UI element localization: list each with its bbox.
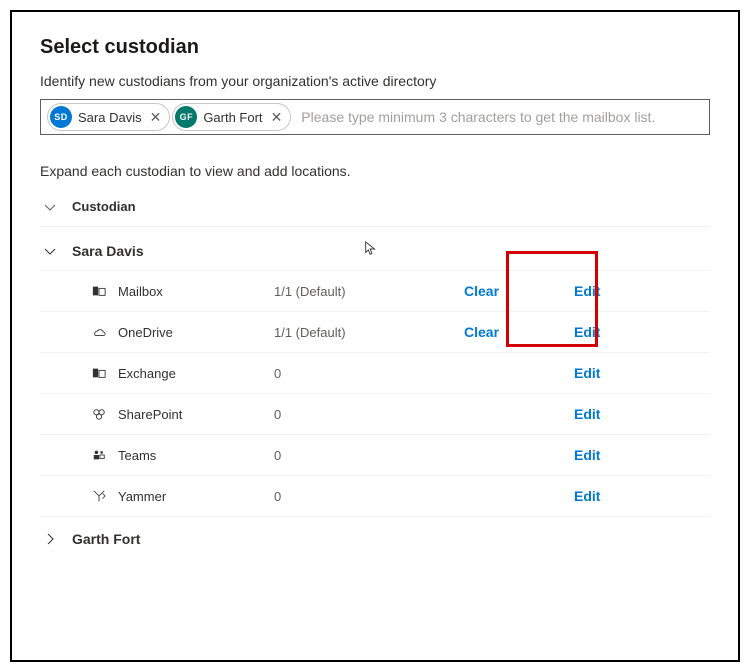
custodian-row-sara-davis[interactable]: Sara Davis [40, 227, 710, 271]
clear-button[interactable]: Clear [464, 324, 544, 340]
teams-icon [88, 448, 110, 462]
edit-button[interactable]: Edit [574, 406, 600, 422]
chip-sara-davis[interactable]: SD Sara Davis ✕ [47, 103, 170, 131]
location-label: Mailbox [118, 284, 274, 299]
location-count: 1/1 (Default) [274, 284, 464, 299]
location-row-exchange: Exchange 0 Edit [40, 353, 710, 394]
location-count: 0 [274, 366, 464, 381]
edit-button[interactable]: Edit [574, 447, 600, 463]
chip-label: Sara Davis [78, 110, 142, 125]
custodian-search-input[interactable] [299, 108, 703, 126]
custodian-picker[interactable]: SD Sara Davis ✕ GF Garth Fort ✕ [40, 99, 710, 135]
yammer-icon [88, 489, 110, 503]
location-row-teams: Teams 0 Edit [40, 435, 710, 476]
close-icon[interactable]: ✕ [148, 110, 164, 124]
edit-button[interactable]: Edit [574, 488, 600, 504]
location-row-sharepoint: SharePoint 0 Edit [40, 394, 710, 435]
edit-button[interactable]: Edit [574, 365, 600, 381]
location-row-onedrive: OneDrive 1/1 (Default) Clear Edit [40, 312, 710, 353]
mailbox-icon [88, 284, 110, 298]
location-label: Yammer [118, 489, 274, 504]
location-count: 0 [274, 448, 464, 463]
onedrive-icon [88, 325, 110, 339]
custodian-name-label: Sara Davis [72, 243, 144, 259]
location-label: Teams [118, 448, 274, 463]
location-row-mailbox: Mailbox 1/1 (Default) Clear Edit [40, 271, 710, 312]
custodian-name-label: Garth Fort [72, 531, 140, 547]
location-label: OneDrive [118, 325, 274, 340]
chip-label: Garth Fort [203, 110, 262, 125]
sharepoint-icon [88, 407, 110, 421]
location-count: 0 [274, 489, 464, 504]
location-count: 0 [274, 407, 464, 422]
edit-button[interactable]: Edit [574, 283, 600, 299]
location-label: Exchange [118, 366, 274, 381]
chevron-right-icon[interactable] [40, 533, 60, 545]
avatar: GF [175, 106, 197, 128]
custodian-row-garth-fort[interactable]: Garth Fort [40, 517, 710, 557]
chevron-down-icon[interactable] [40, 201, 60, 213]
clear-button[interactable]: Clear [464, 283, 544, 299]
exchange-icon [88, 366, 110, 380]
chevron-down-icon[interactable] [40, 245, 60, 257]
cursor-icon [364, 241, 378, 260]
column-header-label: Custodian [72, 199, 136, 214]
expand-hint-text: Expand each custodian to view and add lo… [40, 163, 710, 179]
avatar: SD [50, 106, 72, 128]
edit-button[interactable]: Edit [574, 324, 600, 340]
page-title: Select custodian [40, 36, 710, 59]
close-icon[interactable]: ✕ [269, 110, 285, 124]
subtitle-text: Identify new custodians from your organi… [40, 73, 710, 89]
location-label: SharePoint [118, 407, 274, 422]
chip-garth-fort[interactable]: GF Garth Fort ✕ [172, 103, 291, 131]
location-count: 1/1 (Default) [274, 325, 464, 340]
column-header-row: Custodian [40, 187, 710, 227]
location-row-yammer: Yammer 0 Edit [40, 476, 710, 517]
